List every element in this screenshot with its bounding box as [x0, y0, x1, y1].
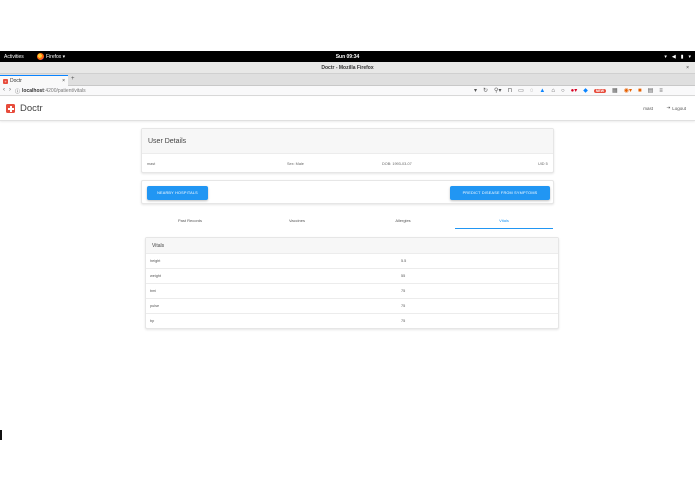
pocket-icon[interactable]: ◌	[530, 88, 534, 94]
window-close-button[interactable]: ×	[686, 62, 689, 74]
sidebar-icon[interactable]: ▤	[648, 87, 654, 94]
vitals-value: 5.5	[401, 259, 407, 263]
tab-allergies[interactable]: Allergies	[354, 214, 452, 229]
system-top-bar: Activities Firefox ▾ Sun 09:34 ▾ ◀ ▮ ▾	[0, 51, 695, 62]
vitals-value: 75	[401, 304, 406, 308]
user-dob: DOB: 1993-03-07	[382, 162, 412, 166]
vitals-value: 75	[401, 289, 406, 293]
tab-favicon-icon: +	[3, 78, 8, 84]
vitals-row: bp 75	[146, 314, 558, 329]
home-icon[interactable]: ⌂	[551, 88, 555, 94]
tab-title: Doctr	[10, 78, 22, 84]
dropdown-icon[interactable]: ▾	[474, 87, 477, 94]
reload-icon[interactable]: ↻	[483, 87, 488, 94]
nearby-hospitals-button[interactable]: NEARBY HOSPITALS	[147, 186, 208, 200]
vitals-key: height	[150, 259, 161, 263]
user-details-card: User Details mast Sex: Male DOB: 1993-03…	[141, 128, 554, 173]
extension-blue-icon[interactable]: ◆	[583, 87, 588, 94]
tab-vitals[interactable]: Vitals	[455, 214, 553, 229]
vitals-row: height 5.5	[146, 254, 558, 269]
vitals-value: 55	[401, 274, 406, 278]
window-title: Doctr - Mozilla Firefox	[321, 65, 374, 71]
medical-cross-icon	[6, 104, 15, 113]
user-name: mast	[147, 162, 156, 166]
user-details-row: mast Sex: Male DOB: 1993-03-07 UID 5	[142, 154, 553, 173]
system-tray[interactable]: ▾ ◀ ▮ ▾	[664, 54, 691, 60]
brand-name: Doctr	[20, 103, 43, 114]
tab-past-records[interactable]: Past Records	[141, 214, 239, 229]
vitals-key: weight	[150, 274, 161, 278]
logout-label: Logout	[672, 105, 686, 111]
app-header: Doctr mast ⇥ Logout	[0, 97, 695, 121]
vitals-title: Vitals	[146, 238, 558, 254]
browser-tab-bar: + Doctr × +	[0, 74, 695, 86]
url-bar[interactable]: ⓘ localhost :4200/patient/vitals	[15, 87, 485, 95]
extension-grid-icon[interactable]: ▦	[612, 87, 618, 94]
extension-orange-icon[interactable]: ◉▾	[624, 87, 632, 94]
vitals-key: pulse	[150, 304, 160, 308]
browser-tab[interactable]: + Doctr ×	[0, 75, 68, 86]
site-info-icon[interactable]: ⓘ	[15, 88, 20, 95]
library-icon[interactable]: ⊓	[507, 87, 512, 94]
vitals-row: bmi 75	[146, 284, 558, 299]
download-icon[interactable]: ▲	[539, 88, 545, 94]
reader-icon[interactable]: ▭	[518, 87, 524, 94]
logout-icon: ⇥	[666, 105, 671, 110]
url-path: :4200/patient/vitals	[43, 88, 86, 94]
brand[interactable]: Doctr	[6, 103, 43, 114]
vitals-key: bp	[150, 319, 155, 323]
volume-icon: ◀	[671, 53, 676, 60]
chat-icon[interactable]: ○	[561, 88, 565, 94]
vitals-value: 75	[401, 319, 406, 323]
vitals-key: bmi	[150, 289, 157, 293]
tab-vaccines[interactable]: Vaccines	[248, 214, 346, 229]
current-user[interactable]: mast	[643, 106, 653, 111]
logout-button[interactable]: ⇥ Logout	[666, 105, 686, 111]
browser-toolbar: ▾ ↻ ⚲▾ ⊓ ▭ ◌ ▲ ⌂ ○ ●▾ ◆ NEW ▦ ◉▾ ■ ▤ ≡	[474, 87, 663, 95]
text-cursor	[0, 430, 2, 440]
user-uid: UID 5	[538, 162, 548, 166]
vitals-row: weight 55	[146, 269, 558, 284]
back-icon[interactable]: ‹	[3, 87, 5, 93]
extension-square-icon[interactable]: ■	[638, 88, 642, 94]
actions-card: NEARBY HOSPITALS PREDICT DISEASE FROM SY…	[141, 180, 554, 204]
user-details-title: User Details	[142, 129, 553, 154]
user-sex: Sex: Male	[287, 162, 304, 166]
forward-icon[interactable]: ›	[9, 87, 11, 93]
vitals-row: pulse 75	[146, 299, 558, 314]
network-icon: ▾	[664, 53, 667, 60]
predict-disease-button[interactable]: PREDICT DISEASE FROM SYMPTOMS	[450, 186, 550, 200]
url-host: localhost	[22, 88, 44, 94]
menu-icon[interactable]: ≡	[659, 88, 663, 94]
record-tabs: Past Records Vaccines Allergies Vitals	[141, 214, 554, 229]
browser-nav-bar: ‹ › ⓘ localhost :4200/patient/vitals ▾ ↻…	[0, 86, 695, 96]
search-icon[interactable]: ⚲▾	[494, 87, 501, 94]
clock[interactable]: Sun 09:34	[0, 54, 695, 60]
window-title-bar: Doctr - Mozilla Firefox ×	[0, 62, 695, 74]
extension-red-icon[interactable]: ●▾	[571, 87, 578, 94]
vitals-card: Vitals height 5.5 weight 55 bmi 75 pulse…	[145, 237, 559, 329]
tab-close-button[interactable]: ×	[62, 78, 65, 84]
battery-icon: ▮	[680, 53, 684, 60]
new-badge[interactable]: NEW	[593, 88, 607, 93]
new-tab-button[interactable]: +	[71, 76, 75, 82]
power-menu-icon: ▾	[688, 53, 691, 60]
